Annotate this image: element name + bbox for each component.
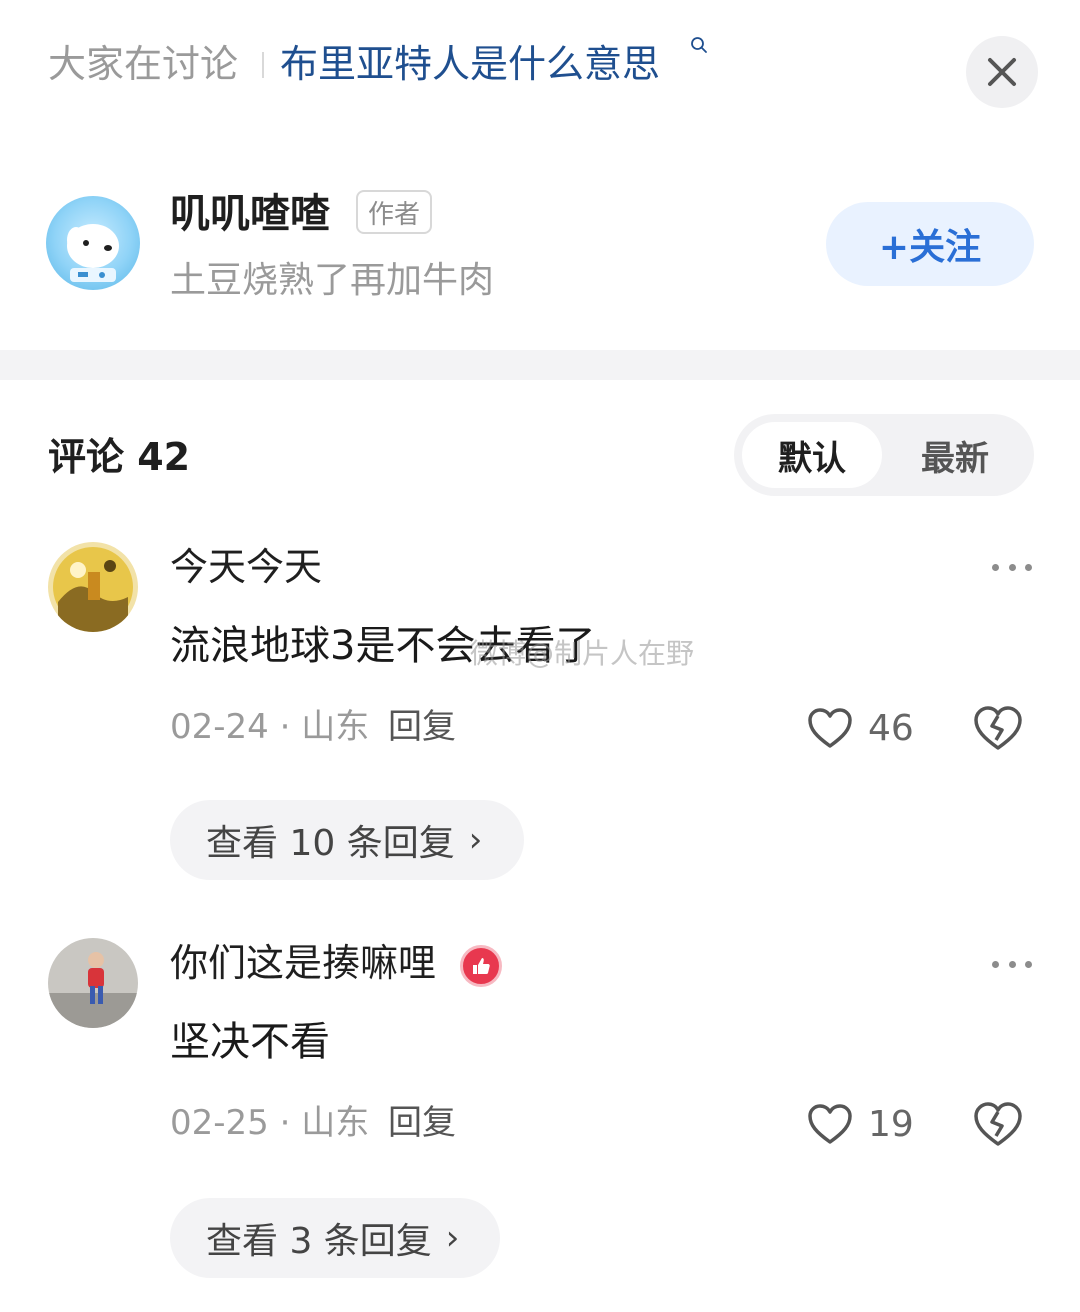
- sort-latest-tab[interactable]: 最新: [884, 422, 1026, 488]
- sort-default-tab[interactable]: 默认: [742, 422, 882, 488]
- more-options-icon[interactable]: [992, 557, 1032, 577]
- comment-avatar[interactable]: [48, 542, 138, 632]
- broken-heart-icon[interactable]: [972, 1098, 1024, 1150]
- close-button[interactable]: [966, 36, 1038, 108]
- like-button[interactable]: 19: [806, 1096, 916, 1152]
- thumbs-up-badge-icon: [460, 944, 503, 987]
- comment-username[interactable]: 你们这是揍嘛哩: [170, 941, 436, 985]
- view-replies-button[interactable]: 查看 3 条回复 ›: [170, 1198, 500, 1278]
- author-tag-badge: 作者: [356, 190, 432, 234]
- heart-icon: [808, 1104, 852, 1144]
- like-count: 46: [868, 707, 914, 749]
- like-button[interactable]: 46: [806, 700, 916, 756]
- watermark: 微博@制片人在野: [470, 637, 695, 670]
- view-replies-label: 查看 10 条回复: [206, 823, 455, 864]
- comment-avatar[interactable]: [48, 938, 138, 1028]
- chevron-right-icon: ›: [468, 820, 483, 860]
- meta-dot: ·: [279, 1103, 302, 1143]
- dog-astronaut-icon: [67, 224, 119, 282]
- header-label: 大家在讨论: [48, 42, 239, 86]
- comment-username-row: 你们这是揍嘛哩: [170, 936, 503, 990]
- broken-heart-icon[interactable]: [972, 702, 1024, 754]
- meta-dot: ·: [279, 707, 302, 747]
- comment-location: 山东: [301, 707, 370, 747]
- like-count: 19: [868, 1103, 914, 1145]
- comments-count-title: 评论 42: [48, 435, 191, 479]
- reply-button[interactable]: 回复: [388, 1103, 456, 1143]
- reply-button[interactable]: 回复: [388, 707, 456, 747]
- close-icon: [988, 58, 1016, 86]
- topic-link[interactable]: 布里亚特人是什么意思: [280, 38, 660, 90]
- section-divider: [0, 350, 1080, 380]
- header-divider: [262, 52, 264, 78]
- search-icon[interactable]: [690, 36, 708, 54]
- view-replies-label: 查看 3 条回复: [206, 1221, 432, 1262]
- photo-avatar-icon: [48, 938, 138, 1028]
- comment-meta: 02-24 · 山东 回复: [170, 702, 456, 752]
- comment-date: 02-24: [170, 707, 269, 747]
- author-name[interactable]: 叽叽喳喳: [170, 186, 330, 242]
- chevron-right-icon: ›: [445, 1218, 460, 1258]
- heart-icon: [808, 708, 852, 748]
- follow-button[interactable]: +关注: [826, 202, 1034, 286]
- comment-meta: 02-25 · 山东 回复: [170, 1098, 456, 1148]
- comment-date: 02-25: [170, 1103, 269, 1143]
- author-avatar[interactable]: [46, 196, 140, 290]
- comment-username[interactable]: 今天今天: [170, 540, 322, 594]
- comment-location: 山东: [301, 1103, 370, 1143]
- view-replies-button[interactable]: 查看 10 条回复 ›: [170, 800, 524, 880]
- comment-text: 坚决不看: [170, 1019, 330, 1065]
- more-options-icon[interactable]: [992, 954, 1032, 974]
- illustration-avatar-icon: [48, 542, 138, 632]
- author-bio: 土豆烧熟了再加牛肉: [170, 260, 495, 301]
